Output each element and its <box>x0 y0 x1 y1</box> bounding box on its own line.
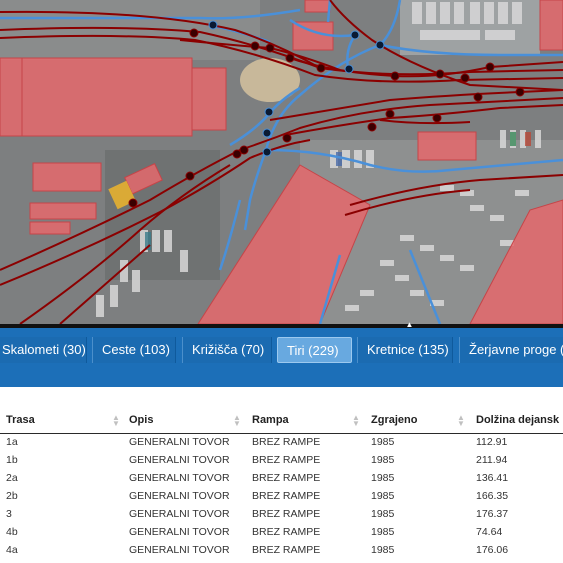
sand-pile <box>240 58 300 102</box>
cell-opis: GENERALNI TOVOR <box>129 472 230 484</box>
track-node[interactable] <box>432 113 442 123</box>
cell-rampa: BREZ RAMPE <box>252 472 321 484</box>
cell-trasa: 4b <box>6 526 18 538</box>
track-node[interactable] <box>250 41 260 51</box>
cell-opis: GENERALNI TOVOR <box>129 490 230 502</box>
road-node[interactable] <box>262 128 272 138</box>
cell-opis: GENERALNI TOVOR <box>129 454 230 466</box>
cell-trasa: 1a <box>6 436 18 448</box>
table-row[interactable]: 3 GENERALNI TOVOR BREZ RAMPE 1985 176.37 <box>0 505 563 523</box>
building[interactable] <box>191 67 227 131</box>
building[interactable] <box>417 131 477 161</box>
cell-opis: GENERALNI TOVOR <box>129 544 230 556</box>
cell-rampa: BREZ RAMPE <box>252 508 321 520</box>
column-header-rampa[interactable]: Rampa <box>252 414 289 426</box>
cell-trasa: 2b <box>6 490 18 502</box>
cell-zgrajeno: 1985 <box>371 454 395 466</box>
table-row[interactable]: 2a GENERALNI TOVOR BREZ RAMPE 1985 136.4… <box>0 469 563 487</box>
ground-patch <box>0 0 260 60</box>
cell-zgrajeno: 1985 <box>371 526 395 538</box>
tab-zerjavne-proge[interactable]: Žerjavne proge ( <box>459 337 563 363</box>
track-node[interactable] <box>316 63 326 73</box>
track-node[interactable] <box>367 122 377 132</box>
cell-zgrajeno: 1985 <box>371 436 395 448</box>
table-row[interactable]: 4b GENERALNI TOVOR BREZ RAMPE 1985 74.64 <box>0 523 563 541</box>
cell-dolzina: 166.35 <box>476 490 509 502</box>
cell-opis: GENERALNI TOVOR <box>129 436 230 448</box>
track-node[interactable] <box>189 28 199 38</box>
map-view[interactable] <box>0 0 563 324</box>
cell-opis: GENERALNI TOVOR <box>129 526 230 538</box>
tab-tiri[interactable]: Tiri (229) <box>277 337 352 363</box>
road-node[interactable] <box>264 107 274 117</box>
track-node[interactable] <box>265 43 275 53</box>
cell-dolzina: 112.91 <box>476 436 508 448</box>
tab-krizisca[interactable]: Križišča (70) <box>182 337 272 363</box>
track-node[interactable] <box>485 62 495 72</box>
column-header-trasa[interactable]: Trasa <box>6 414 35 426</box>
track-node[interactable] <box>128 198 138 208</box>
layer-tab-bar: Skalometi (30) Ceste (103) Križišča (70)… <box>0 328 563 387</box>
cell-trasa: 4a <box>6 544 18 556</box>
road-node[interactable] <box>344 64 354 74</box>
cell-trasa: 1b <box>6 454 18 466</box>
building[interactable] <box>0 57 23 137</box>
track-node[interactable] <box>390 71 400 81</box>
table-row[interactable]: 2b GENERALNI TOVOR BREZ RAMPE 1985 166.3… <box>0 487 563 505</box>
cell-dolzina: 74.64 <box>476 526 503 538</box>
track-node[interactable] <box>460 73 470 83</box>
tab-ceste[interactable]: Ceste (103) <box>92 337 176 363</box>
cell-trasa: 3 <box>6 508 12 520</box>
building[interactable] <box>29 202 97 220</box>
table-header: Trasa ▲ ▼ Opis ▲ ▼ Rampa ▲ ▼ Zgrajeno ▲ ▼ Do… <box>0 411 563 434</box>
warehouse[interactable] <box>21 57 193 137</box>
track-node[interactable] <box>185 171 195 181</box>
cell-rampa: BREZ RAMPE <box>252 490 321 502</box>
cell-dolzina: 176.37 <box>476 508 509 520</box>
cell-zgrajeno: 1985 <box>371 472 395 484</box>
attribute-table: Trasa ▲ ▼ Opis ▲ ▼ Rampa ▲ ▼ Zgrajeno ▲ ▼ Do… <box>0 387 563 563</box>
building[interactable] <box>304 0 331 13</box>
sort-icon[interactable]: ▲ ▼ <box>457 414 465 428</box>
track-node[interactable] <box>515 87 525 97</box>
cell-dolzina: 136.41 <box>476 472 509 484</box>
cell-rampa: BREZ RAMPE <box>252 436 321 448</box>
cell-zgrajeno: 1985 <box>371 544 395 556</box>
track-node[interactable] <box>232 149 242 159</box>
column-header-zgrajeno[interactable]: Zgrajeno <box>371 414 417 426</box>
sort-icon[interactable]: ▲ ▼ <box>112 414 120 428</box>
road-node[interactable] <box>375 40 385 50</box>
sort-icon[interactable]: ▲ ▼ <box>233 414 241 428</box>
cell-zgrajeno: 1985 <box>371 508 395 520</box>
map-canvas[interactable] <box>0 0 563 324</box>
cell-opis: GENERALNI TOVOR <box>129 508 230 520</box>
cell-rampa: BREZ RAMPE <box>252 526 321 538</box>
road-node[interactable] <box>208 20 218 30</box>
column-header-dolzina[interactable]: Dolžina dejansk <box>476 414 559 426</box>
cell-zgrajeno: 1985 <box>371 490 395 502</box>
cell-rampa: BREZ RAMPE <box>252 454 321 466</box>
building[interactable] <box>32 162 102 192</box>
tab-kretnice[interactable]: Kretnice (135) <box>357 337 453 363</box>
track-node[interactable] <box>285 53 295 63</box>
track-node[interactable] <box>473 92 483 102</box>
cell-trasa: 2a <box>6 472 18 484</box>
cell-dolzina: 176.06 <box>476 544 509 556</box>
track-node[interactable] <box>385 109 395 119</box>
track-node[interactable] <box>282 133 292 143</box>
table-row[interactable]: 1a GENERALNI TOVOR BREZ RAMPE 1985 112.9… <box>0 433 563 451</box>
column-header-opis[interactable]: Opis <box>129 414 153 426</box>
track-node[interactable] <box>435 69 445 79</box>
table-row[interactable]: 4a GENERALNI TOVOR BREZ RAMPE 1985 176.0… <box>0 541 563 559</box>
sort-icon[interactable]: ▲ ▼ <box>352 414 360 428</box>
tab-skalometi[interactable]: Skalometi (30) <box>0 337 87 363</box>
road-node[interactable] <box>350 30 360 40</box>
building[interactable] <box>29 221 71 235</box>
road-node[interactable] <box>262 147 272 157</box>
building[interactable] <box>539 0 563 51</box>
cell-dolzina: 211.94 <box>476 454 508 466</box>
table-row[interactable]: 1b GENERALNI TOVOR BREZ RAMPE 1985 211.9… <box>0 451 563 469</box>
cell-rampa: BREZ RAMPE <box>252 544 321 556</box>
